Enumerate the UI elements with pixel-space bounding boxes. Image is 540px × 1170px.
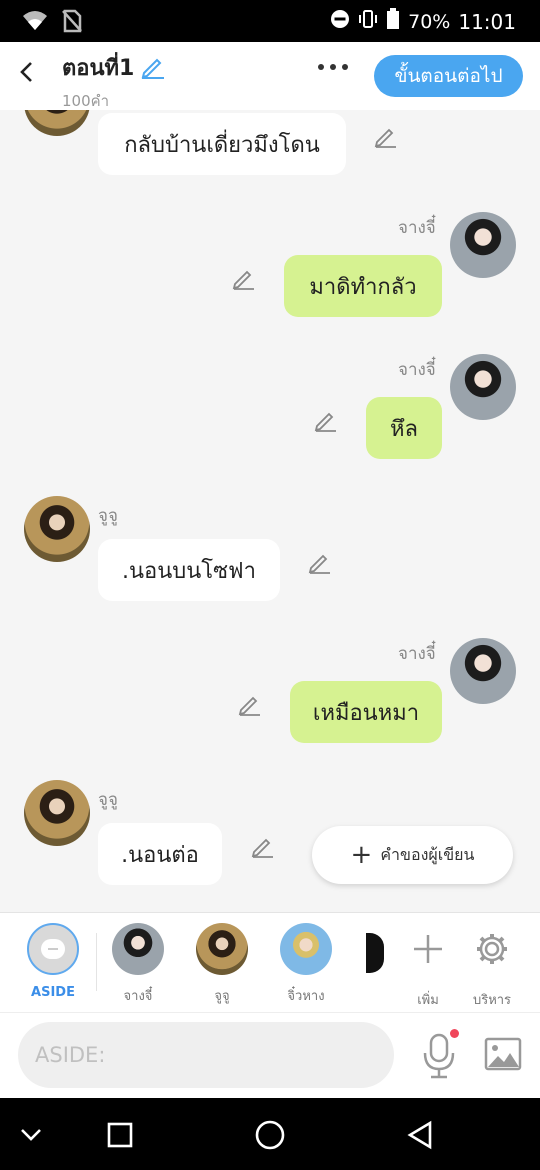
message-bubble[interactable]: .นอนบนโซฟา [98, 539, 280, 601]
system-nav-bar [0, 1098, 540, 1170]
avatar-jangji[interactable] [450, 638, 516, 704]
character-bar: ASIDE จางจี๋ จูจู จิ๋วหาง เพิ่ม บริหาร [0, 912, 540, 1013]
edit-pencil-icon[interactable] [308, 550, 332, 574]
nav-square-icon[interactable] [101, 1116, 139, 1154]
add-label: เพิ่ม [417, 993, 439, 1008]
character-label: จิ๋วหาง [287, 989, 325, 1004]
edit-pencil-icon[interactable] [374, 124, 398, 148]
character-jangji[interactable]: จางจี๋ [112, 923, 164, 1006]
message-bubble[interactable]: กลับบ้านเดี่ยวมึงโดน [98, 113, 346, 175]
dnd-icon [330, 9, 350, 34]
character-juju[interactable]: จูจู [196, 923, 248, 1006]
mic-icon[interactable] [422, 1031, 456, 1079]
author-note-button[interactable]: + คำของผู้เขียน [312, 826, 513, 884]
edit-pencil-icon[interactable] [251, 834, 275, 858]
input-row [0, 1012, 540, 1099]
message-bubble[interactable]: มาดิทำกลัว [284, 255, 442, 317]
mic-badge [450, 1029, 459, 1038]
sender-name: จูจู [98, 506, 118, 526]
divider [96, 933, 97, 991]
clock: 11:01 [458, 9, 516, 34]
image-icon[interactable] [484, 1037, 522, 1071]
manage-button[interactable]: บริหาร [472, 923, 512, 1010]
character-jiuhang[interactable]: จิ๋วหาง [280, 923, 332, 1006]
next-step-button[interactable]: ขั้นตอนต่อไป [374, 55, 523, 97]
back-icon [18, 60, 34, 88]
nav-down-icon[interactable] [12, 1116, 50, 1154]
avatar-juju[interactable] [24, 780, 90, 846]
sender-name: จูจู [98, 790, 118, 810]
message-bubble[interactable]: เหมือนหมา [290, 681, 442, 743]
character-partial[interactable] [366, 933, 384, 973]
vibrate-icon [358, 9, 378, 34]
edit-title-icon[interactable] [140, 53, 166, 83]
back-button[interactable] [12, 56, 40, 92]
edit-pencil-icon[interactable] [238, 692, 262, 716]
nav-back-icon[interactable] [401, 1116, 439, 1154]
wifi-icon [22, 10, 48, 36]
avatar [196, 923, 248, 975]
avatar-juju[interactable] [24, 110, 90, 136]
more-icon[interactable] [318, 64, 348, 70]
character-label: จางจี๋ [123, 989, 153, 1004]
manage-label: บริหาร [472, 993, 512, 1008]
message-input[interactable] [18, 1022, 394, 1088]
edit-pencil-icon[interactable] [232, 266, 256, 290]
sender-name: จางจี๋ [398, 360, 436, 380]
avatar-juju[interactable] [24, 496, 90, 562]
character-label: จูจู [214, 989, 230, 1004]
avatar-jangji[interactable] [450, 354, 516, 420]
battery-percent: 70% [408, 10, 451, 33]
message-bubble[interactable]: .นอนต่อ [98, 823, 222, 885]
header: ตอนที่1 100คำ ขั้นตอนต่อไป [0, 42, 540, 110]
avatar-jangji[interactable] [450, 212, 516, 278]
edit-pencil-icon[interactable] [314, 408, 338, 432]
nav-circle-icon[interactable] [251, 1116, 289, 1154]
gear-icon [472, 923, 512, 979]
sender-name: จางจี๋ [398, 218, 436, 238]
author-note-label: คำของผู้เขียน [380, 844, 475, 864]
sender-name: จางจี๋ [398, 644, 436, 664]
chat-area: กลับบ้านเดี่ยวมึงโดน จางจี๋ มาดิทำกลัว จ… [0, 110, 540, 912]
avatar [280, 923, 332, 975]
title-block: ตอนที่1 100คำ [62, 50, 166, 113]
message-bubble[interactable]: หึล [366, 397, 442, 459]
avatar [112, 923, 164, 975]
plus-icon: + [350, 840, 373, 870]
status-bar: 70% 11:01 [0, 0, 540, 42]
battery-icon [386, 8, 400, 35]
character-label: ASIDE [31, 985, 75, 1000]
plus-icon [412, 923, 444, 979]
aside-icon [27, 923, 79, 975]
page-title: ตอนที่1 [62, 56, 135, 81]
add-character-button[interactable]: เพิ่ม [412, 923, 444, 1010]
no-sim-icon [62, 9, 82, 37]
character-aside[interactable]: ASIDE [27, 923, 79, 1000]
